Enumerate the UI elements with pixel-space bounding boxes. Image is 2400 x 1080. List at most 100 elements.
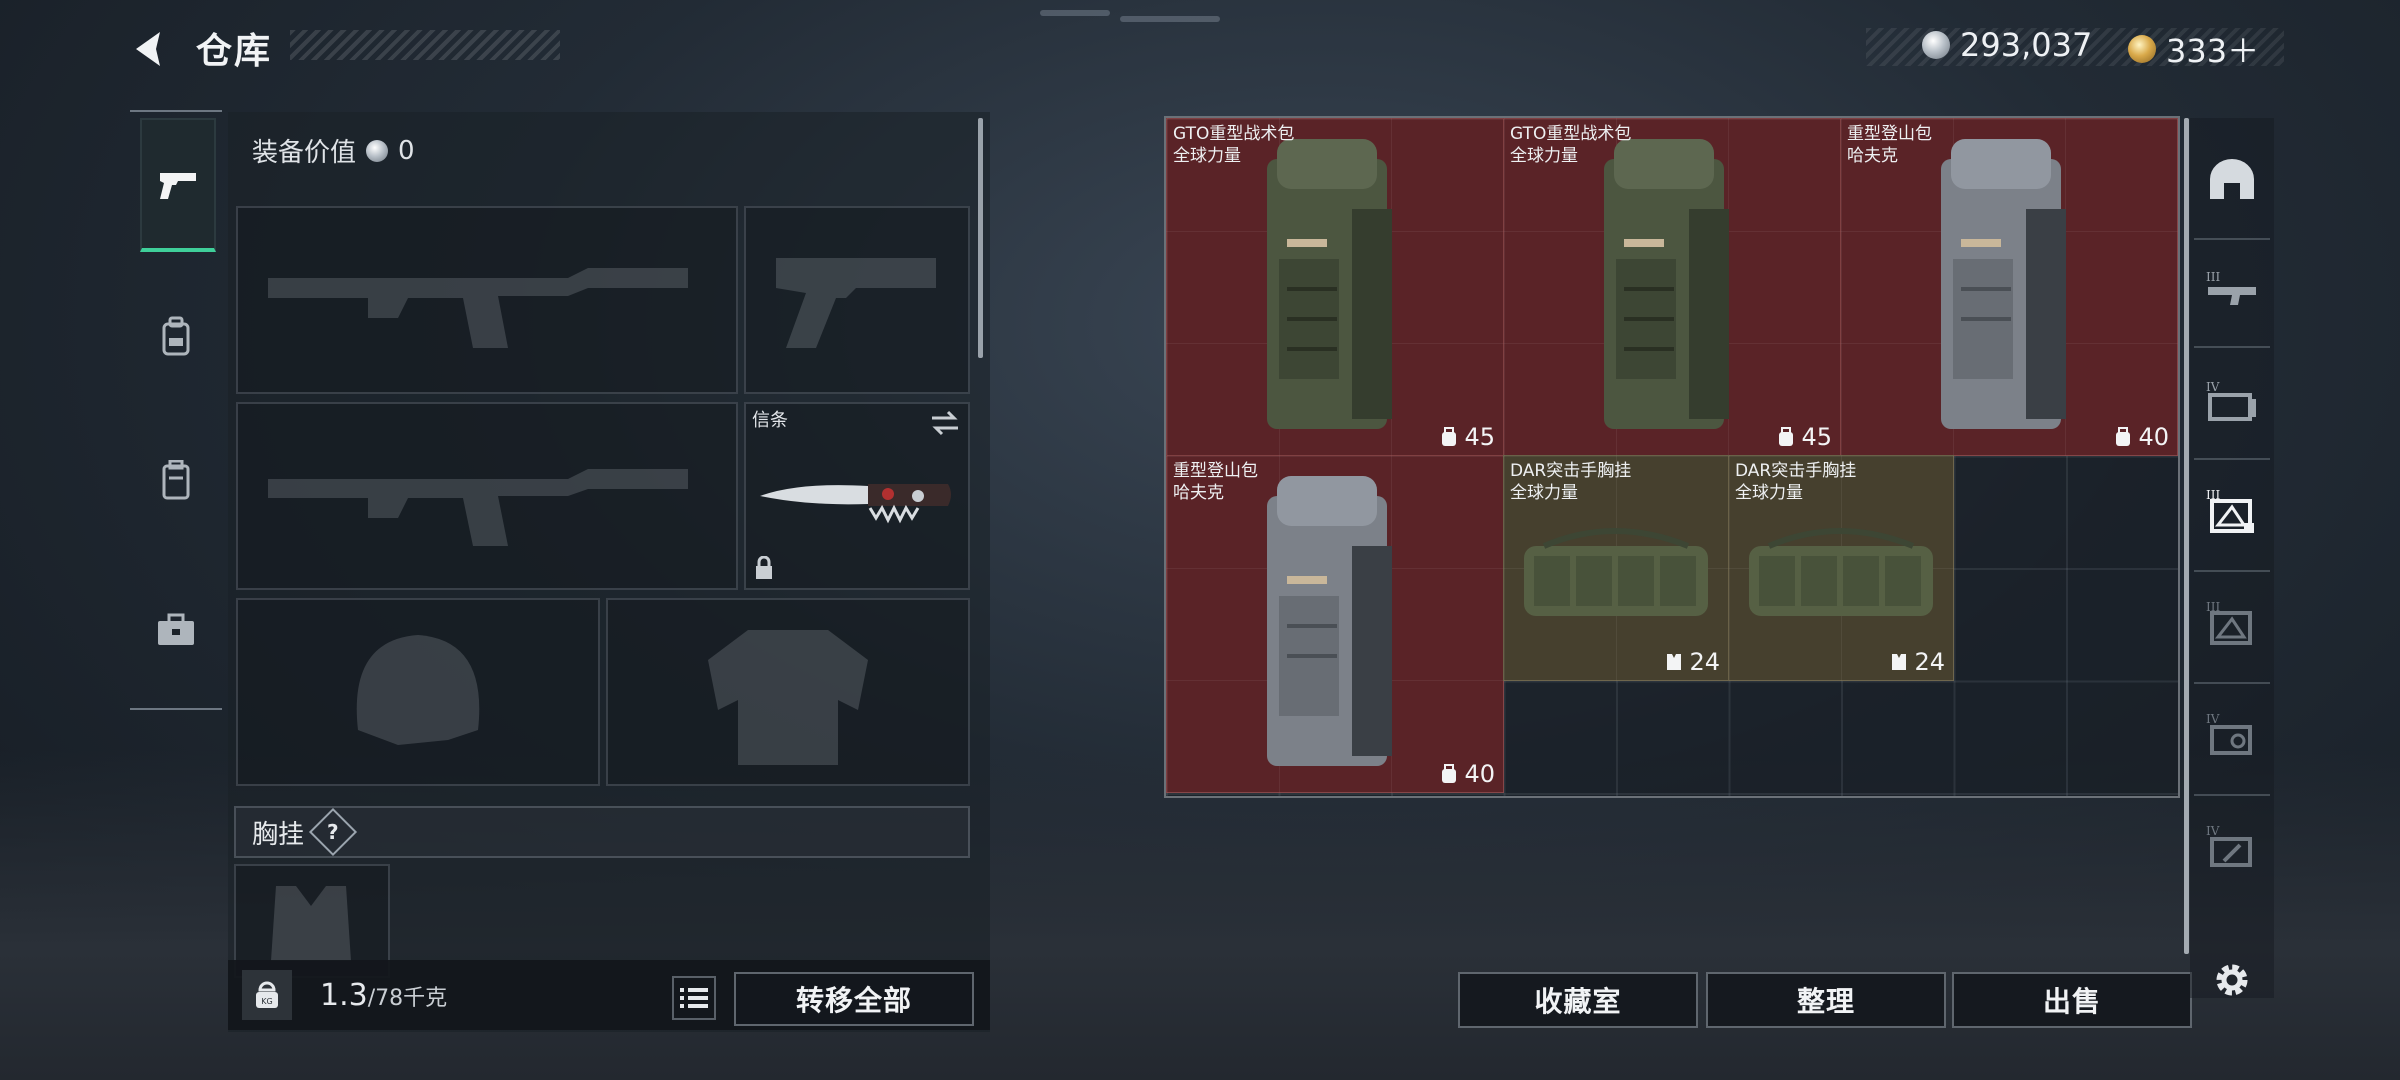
tab-divider xyxy=(130,110,222,112)
toolbox-icon xyxy=(158,613,194,645)
chest-rig-silhouette-icon xyxy=(271,886,351,961)
tab-divider xyxy=(2194,682,2270,684)
back-button[interactable] xyxy=(126,26,172,72)
storage-item-mountain-backpack-2[interactable]: 重型登山包 哈夫克 40 xyxy=(1166,455,1504,793)
item-name-line1: 重型登山包 xyxy=(1173,461,1258,481)
list-icon xyxy=(680,988,708,1008)
kettlebell-icon: KG xyxy=(256,981,278,1008)
loadout-scrollbar[interactable] xyxy=(978,118,983,358)
pistol-icon xyxy=(160,173,196,199)
silver-coin-icon xyxy=(366,139,389,162)
back-arrow-icon xyxy=(136,32,160,66)
storage-tabs: III IV III III IV IV xyxy=(2190,118,2274,998)
item-capacity-value: 24 xyxy=(1689,648,1720,676)
item-name: 重型登山包 哈夫克 xyxy=(1173,460,1258,504)
weight-current: 1.3 xyxy=(320,978,368,1013)
sell-button[interactable]: 出售 xyxy=(1952,972,2192,1028)
storage-tier-icon: III xyxy=(2206,600,2252,645)
weight-bar: KG 1.3/78千克 转移全部 xyxy=(228,960,990,1030)
item-name: 重型登山包 哈夫克 xyxy=(1847,123,1932,167)
sort-button[interactable]: 整理 xyxy=(1706,972,1946,1028)
item-brand: 全球力量 xyxy=(1510,146,1578,166)
title-decoration xyxy=(290,30,560,60)
key-tier-icon: IV xyxy=(2206,712,2252,755)
svg-text:IV: IV xyxy=(2206,380,2220,394)
item-capacity: 45 xyxy=(1777,423,1832,451)
tab-divider xyxy=(2194,238,2270,240)
storage-item-gto-backpack-1[interactable]: GTO重型战术包 全球力量 45 xyxy=(1166,118,1504,456)
item-name-line1: 重型登山包 xyxy=(1847,124,1932,144)
rifle-silhouette-icon xyxy=(268,268,688,348)
helmet-silhouette-icon xyxy=(356,635,480,745)
tab-divider xyxy=(2194,794,2270,796)
storage-tab-weapons-3[interactable]: III xyxy=(2200,258,2264,322)
item-brand: 全球力量 xyxy=(1510,483,1578,503)
tab-divider xyxy=(2194,346,2270,348)
item-capacity: 40 xyxy=(1440,760,1495,788)
melee-slot-name: 信条 xyxy=(752,410,788,431)
ceiling-lights xyxy=(1040,10,1240,50)
storage-item-dar-chest-rig-2[interactable]: DAR突击手胸挂 全球力量 24 xyxy=(1728,455,1954,681)
silver-coin-icon xyxy=(1922,31,1950,59)
storage-tab-case-4[interactable]: IV xyxy=(2200,368,2264,432)
storage-grid: GTO重型战术包 全球力量 45 GTO重型战术包 全球力量 45 重型登山包 … xyxy=(1164,116,2180,798)
item-capacity-value: 40 xyxy=(1464,760,1495,788)
gear-icon xyxy=(2216,964,2248,996)
weight-readout: 1.3/78千克 xyxy=(320,978,447,1013)
tab-divider xyxy=(130,708,222,710)
chest-rig-capacity-icon xyxy=(1667,654,1682,670)
storage-tab-storage-3-active[interactable]: III xyxy=(2200,478,2264,542)
tab-backpack[interactable] xyxy=(140,300,212,372)
svg-text:IV: IV xyxy=(2206,712,2220,726)
armor-silhouette-icon xyxy=(708,630,868,765)
gold-currency[interactable]: 333＋ xyxy=(2128,26,2259,72)
helmet-slot[interactable] xyxy=(236,598,600,786)
help-icon[interactable]: ? xyxy=(308,807,358,857)
item-name-line1: DAR突击手胸挂 xyxy=(1735,461,1857,481)
loadout-panel: 装备价值 0 信条 胸挂 ? xyxy=(228,112,990,1032)
lock-icon xyxy=(756,556,772,579)
storage-item-gto-backpack-2[interactable]: GTO重型战术包 全球力量 45 xyxy=(1503,118,1841,456)
item-brand: 哈夫克 xyxy=(1847,146,1898,166)
collection-button[interactable]: 收藏室 xyxy=(1458,972,1698,1028)
storage-tab-helmet[interactable] xyxy=(2200,148,2264,212)
silver-currency[interactable]: 293,037 xyxy=(1922,26,2092,64)
storage-tab-tools-4[interactable]: IV xyxy=(2200,814,2264,878)
svg-text:III: III xyxy=(2206,270,2220,284)
list-view-button[interactable] xyxy=(672,976,716,1020)
item-brand: 哈夫克 xyxy=(1173,483,1224,503)
sidearm-slot[interactable] xyxy=(744,206,970,394)
primary-weapon-slot[interactable] xyxy=(236,206,738,394)
item-brand: 全球力量 xyxy=(1735,483,1803,503)
item-name: GTO重型战术包 全球力量 xyxy=(1510,123,1631,167)
knife-icon xyxy=(760,484,951,524)
tab-chest-rig[interactable] xyxy=(140,444,212,516)
swap-icon[interactable] xyxy=(930,410,960,436)
tab-weapons[interactable] xyxy=(140,118,216,252)
item-capacity-value: 24 xyxy=(1914,648,1945,676)
chest-rig-image xyxy=(1749,528,1933,616)
storage-item-mountain-backpack-1[interactable]: 重型登山包 哈夫克 40 xyxy=(1840,118,2178,456)
storage-tab-storage-3[interactable]: III xyxy=(2200,590,2264,654)
settings-button[interactable] xyxy=(2204,952,2260,1008)
storage-item-dar-chest-rig-1[interactable]: DAR突击手胸挂 全球力量 24 xyxy=(1503,455,1729,681)
equip-value-label: 装备价值 xyxy=(252,138,357,168)
item-name: DAR突击手胸挂 全球力量 xyxy=(1510,460,1631,504)
storage-tier-icon: III xyxy=(2206,488,2254,533)
rifle-silhouette-icon xyxy=(268,469,688,546)
armor-slot[interactable] xyxy=(606,598,970,786)
transfer-all-button[interactable]: 转移全部 xyxy=(734,972,974,1026)
category-tabs xyxy=(130,110,222,710)
item-name: GTO重型战术包 全球力量 xyxy=(1173,123,1294,167)
storage-scrollbar[interactable] xyxy=(2184,118,2189,954)
backpack-capacity-icon xyxy=(1779,427,1794,446)
secondary-weapon-slot[interactable] xyxy=(236,402,738,590)
page-title: 仓库 xyxy=(196,31,273,72)
svg-text:IV: IV xyxy=(2206,824,2220,838)
backpack-image xyxy=(1604,139,1729,429)
melee-slot[interactable]: 信条 xyxy=(744,402,970,590)
chest-rig-capacity-icon xyxy=(1892,654,1907,670)
tab-tools[interactable] xyxy=(140,594,212,666)
storage-tab-keys-4[interactable]: IV xyxy=(2200,702,2264,766)
backpack-capacity-icon xyxy=(1442,764,1457,783)
